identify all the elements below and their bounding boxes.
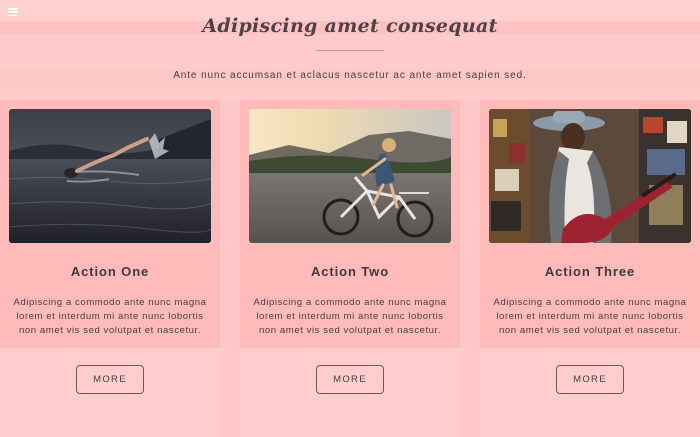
spacer-band: [0, 86, 700, 100]
swimmer-in-lake-photo: [9, 109, 211, 243]
more-button[interactable]: MORE: [316, 365, 384, 394]
card-description: Adipiscing a commodo ante nunc magna lor…: [253, 297, 447, 336]
page-subtitle: Ante nunc accumsan et aclacus nascetur a…: [173, 70, 527, 81]
more-button[interactable]: MORE: [556, 365, 624, 394]
action-card-three: Action Three Adipiscing a commodo ante n…: [480, 100, 700, 437]
page-title: Adipiscing amet consequat: [202, 15, 498, 37]
card-title: Action Two: [310, 264, 390, 279]
menu-icon-bar: [8, 11, 18, 13]
action-card-one: Action One Adipiscing a commodo ante nun…: [0, 100, 220, 437]
card-description: Adipiscing a commodo ante nunc magna lor…: [13, 297, 207, 336]
divider-band: [0, 34, 700, 70]
card-title: Action One: [70, 264, 150, 279]
card-description: Adipiscing a commodo ante nunc magna lor…: [493, 297, 687, 336]
woman-on-bicycle-photo: [249, 109, 451, 243]
menu-icon-bar: [8, 8, 18, 10]
woman-with-guitar-photo: [489, 109, 691, 243]
more-button[interactable]: MORE: [76, 365, 144, 394]
card-title: Action Three: [544, 264, 636, 279]
action-card-two: Action Two Adipiscing a commodo ante nun…: [240, 100, 460, 437]
title-divider: [316, 50, 384, 51]
